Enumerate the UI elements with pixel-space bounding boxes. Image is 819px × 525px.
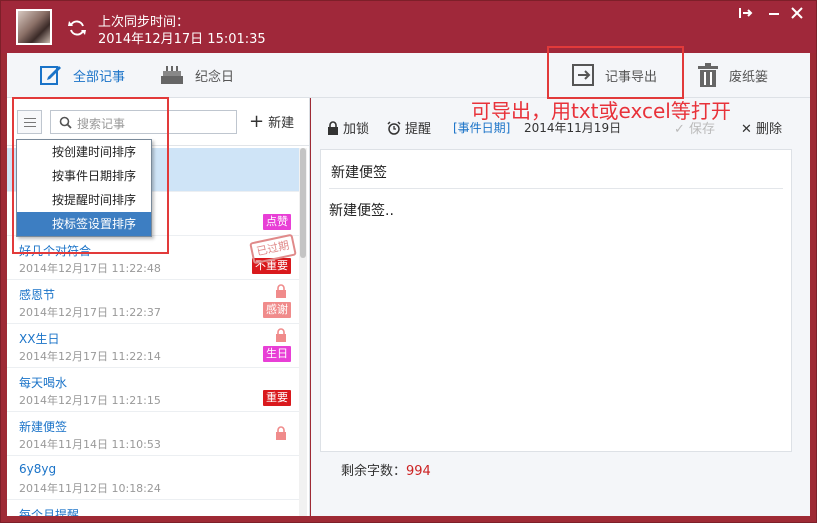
tag-badge: 点赞 [263, 214, 291, 230]
app-window: 上次同步时间： 2014年12月17日 15:01:35 全部记事 纪念日 记事… [0, 0, 817, 523]
list-scrollbar[interactable] [299, 148, 307, 516]
trash-icon [698, 63, 718, 87]
list-item[interactable]: 感恩节 2014年12月17日 11:22:37 感谢 [7, 280, 299, 324]
new-note-label: 新建 [268, 116, 295, 131]
logout-icon[interactable] [738, 5, 754, 21]
lock-button[interactable]: 加锁 [327, 118, 369, 137]
note-content-area[interactable]: 新建便签 新建便签.. [320, 149, 792, 452]
divider [329, 188, 783, 189]
lock-label: 加锁 [343, 122, 370, 137]
plus-icon: + [249, 110, 265, 132]
note-title: 6y8yg [19, 462, 57, 476]
note-title: 新建便签 [19, 420, 68, 434]
highlight-box-sort [12, 97, 169, 254]
note-title: XX生日 [19, 332, 60, 346]
char-counter-label: 剩余字数： [341, 464, 407, 479]
lock-icon [276, 328, 286, 342]
alarm-clock-icon [387, 120, 401, 135]
avatar[interactable] [16, 9, 52, 45]
remind-label: 提醒 [405, 122, 432, 137]
note-title: 每个月提醒 [19, 508, 80, 516]
delete-button[interactable]: ✕ 删除 [741, 118, 782, 137]
note-date: 2014年11月12日 10:18:24 [19, 482, 161, 495]
new-note-button[interactable]: + 新建 [249, 112, 294, 131]
note-body-field[interactable]: 新建便签.. [329, 200, 394, 220]
save-label: 保存 [689, 122, 716, 137]
scrollbar-thumb[interactable] [300, 148, 306, 258]
note-title: 感恩节 [19, 288, 56, 302]
tag-badge: 感谢 [263, 302, 291, 318]
all-notes-button[interactable]: 全部记事 [39, 53, 125, 97]
note-date: 2014年12月17日 11:22:14 [19, 350, 161, 363]
tag-badge: 生日 [263, 346, 291, 362]
list-item[interactable]: 6y8yg 2014年11月12日 10:18:24 [7, 456, 299, 500]
note-date: 2014年11月14日 11:10:53 [19, 438, 161, 451]
anniversary-label: 纪念日 [195, 69, 235, 85]
check-icon: ✓ [674, 122, 685, 137]
main-toolbar: 全部记事 纪念日 记事导出 废纸篓 [7, 53, 810, 98]
annotation-text: 可导出，用txt或excel等打开 [471, 99, 731, 123]
list-item[interactable]: 新建便签 2014年11月14日 11:10:53 [7, 412, 299, 456]
note-date: 2014年12月17日 11:22:37 [19, 306, 161, 319]
lock-icon [276, 284, 286, 298]
char-counter: 剩余字数：994 [341, 460, 431, 479]
trash-button[interactable]: 废纸篓 [697, 53, 768, 97]
highlight-box-export [547, 46, 684, 99]
close-icon[interactable] [789, 5, 805, 21]
edit-note-icon [40, 66, 61, 85]
trash-label: 废纸篓 [729, 69, 769, 85]
note-date: 2014年12月17日 11:21:15 [19, 394, 161, 407]
note-title-field[interactable]: 新建便签 [331, 162, 387, 182]
title-bar: 上次同步时间： 2014年12月17日 15:01:35 [1, 1, 816, 53]
char-counter-value: 994 [406, 464, 431, 479]
list-item[interactable]: XX生日 2014年12月17日 11:22:14 生日 [7, 324, 299, 368]
delete-label: 删除 [756, 122, 783, 137]
note-title: 每天喝水 [19, 376, 68, 390]
anniversary-button[interactable]: 纪念日 [159, 53, 234, 97]
tag-badge: 重要 [263, 390, 291, 406]
remind-button[interactable]: 提醒 [387, 118, 431, 137]
note-date: 2014年12月17日 11:22:48 [19, 262, 161, 275]
all-notes-label: 全部记事 [73, 69, 126, 85]
padlock-icon [328, 120, 338, 135]
note-editor-pane: 加锁 提醒 [事件日期] 2014年11月19日 ✓ 保存 ✕ 删除 新建便签 … [311, 98, 810, 516]
lock-icon [276, 426, 286, 440]
minimize-icon[interactable] [766, 5, 782, 21]
cake-icon [161, 66, 183, 84]
list-item[interactable]: 每个月提醒 [7, 500, 299, 516]
list-item[interactable]: 每天喝水 2014年12月17日 11:21:15 重要 [7, 368, 299, 412]
sync-icon[interactable] [67, 18, 87, 38]
sync-time: 2014年12月17日 15:01:35 [98, 32, 266, 47]
x-icon: ✕ [741, 122, 752, 137]
